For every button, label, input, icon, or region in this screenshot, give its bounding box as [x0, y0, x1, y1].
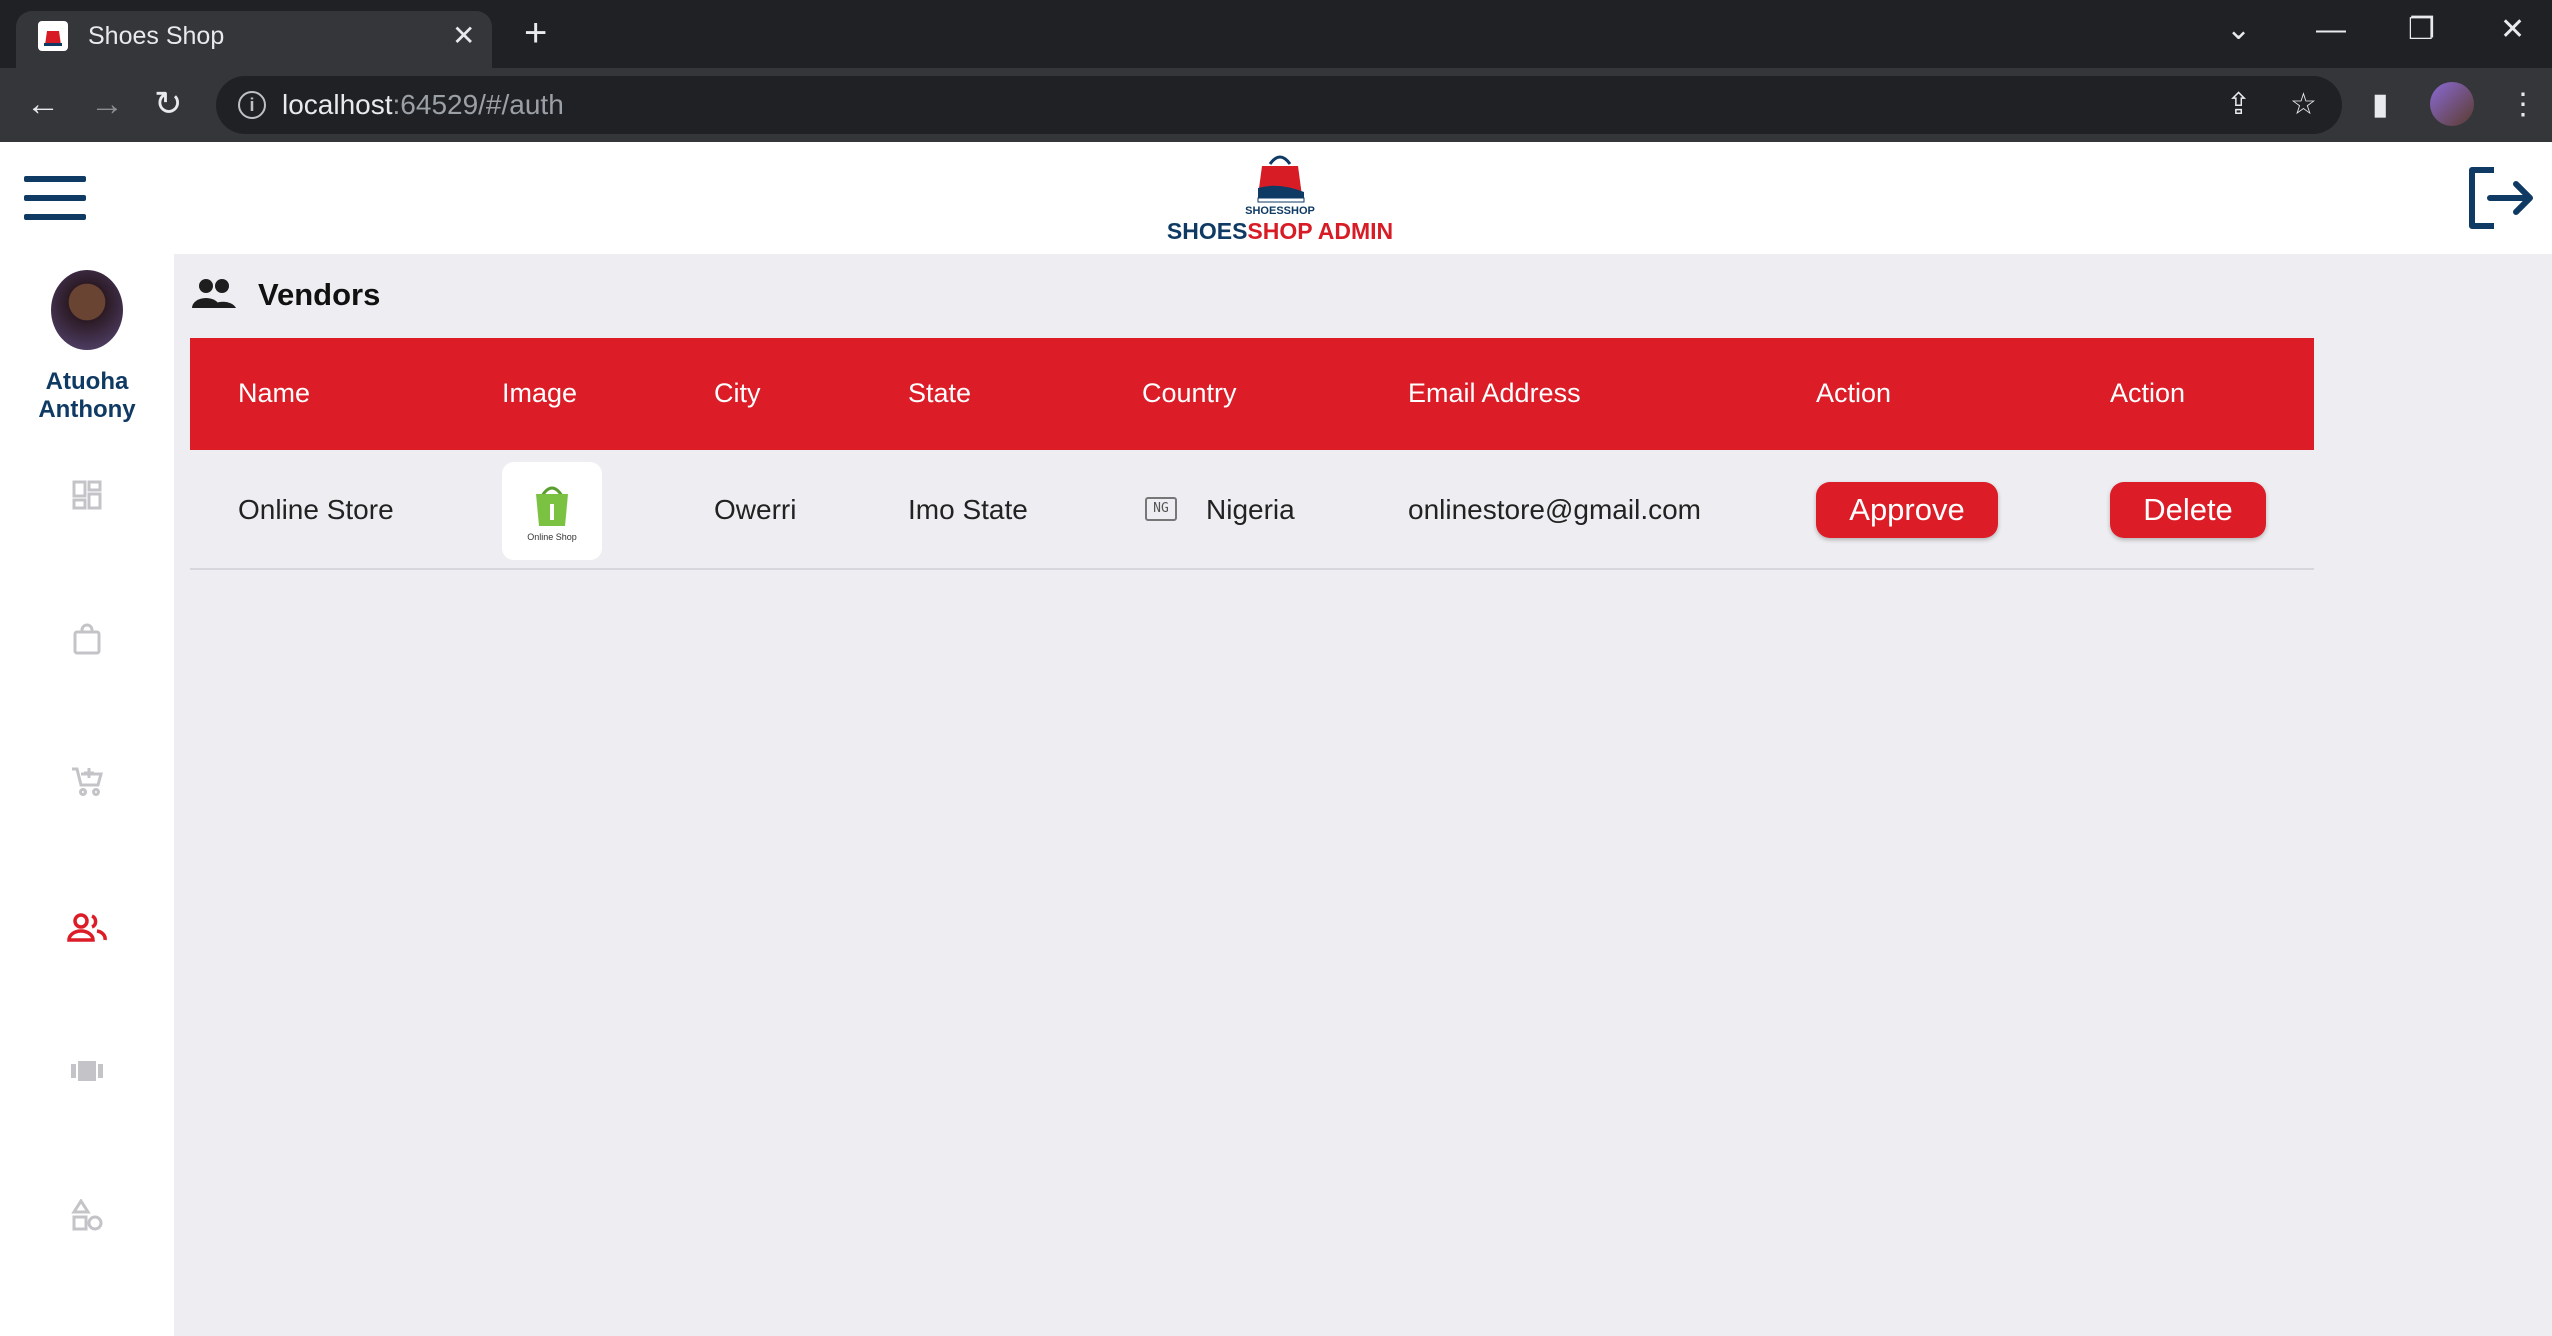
- new-tab-icon[interactable]: +: [524, 13, 547, 53]
- table-row: Online Store Online Shop Owerri Imo Stat…: [190, 450, 2314, 570]
- vendor-country: Nigeria: [1206, 494, 1295, 525]
- address-bar[interactable]: i localhost:64529/#/auth ⇪ ☆: [216, 76, 2342, 134]
- back-icon[interactable]: ←: [26, 84, 60, 124]
- vendors-icon[interactable]: [60, 900, 114, 954]
- forward-icon[interactable]: →: [90, 84, 124, 124]
- people-icon: [190, 274, 238, 314]
- column-header-image: Image: [502, 378, 578, 408]
- column-header-city: City: [714, 378, 761, 408]
- sidebar: Atuoha Anthony: [0, 254, 174, 1336]
- browser-tab-bar: Shoes Shop ✕ + ⌄ — ❐ ✕: [0, 0, 2552, 68]
- logout-icon[interactable]: [2464, 164, 2536, 232]
- svg-text:Online Shop: Online Shop: [527, 532, 577, 542]
- vendor-city: Owerri: [714, 494, 797, 525]
- tab-title: Shoes Shop: [88, 22, 225, 50]
- side-panel-icon[interactable]: ▮: [2372, 85, 2389, 125]
- vendor-name: Online Store: [238, 494, 394, 525]
- tab-close-icon[interactable]: ✕: [452, 20, 475, 52]
- approve-button[interactable]: Approve: [1816, 482, 1998, 538]
- browser-menu-icon[interactable]: ⋮: [2508, 85, 2538, 125]
- vendor-email: onlinestore@gmail.com: [1408, 494, 1701, 525]
- shoesshop-logo: SHOESSHOP: [1240, 148, 1320, 218]
- add-cart-icon[interactable]: [60, 754, 114, 808]
- vendor-image: Online Shop: [502, 462, 602, 560]
- vendor-state: Imo State: [908, 494, 1028, 525]
- reload-icon[interactable]: ↻: [154, 84, 183, 124]
- table-header: Name Image City State Country Email Addr…: [190, 338, 2314, 450]
- brand-title: SHOESSHOP ADMIN: [1166, 218, 1394, 244]
- app-header: SHOESSHOP SHOESSHOP ADMIN: [0, 142, 2552, 254]
- close-window-icon[interactable]: ✕: [2500, 12, 2525, 48]
- site-info-icon[interactable]: i: [238, 91, 266, 119]
- dashboard-icon[interactable]: [60, 468, 114, 522]
- column-header-name: Name: [238, 378, 311, 408]
- column-header-email: Email Address: [1408, 378, 1581, 408]
- browser-profile-avatar[interactable]: [2430, 82, 2474, 126]
- shopping-bag-icon[interactable]: [60, 612, 114, 666]
- tab-search-icon[interactable]: ⌄: [2226, 12, 2251, 48]
- restore-icon[interactable]: ❐: [2408, 12, 2435, 48]
- svg-text:SHOESSHOP: SHOESSHOP: [1245, 205, 1315, 217]
- page-title: Vendors: [258, 277, 381, 312]
- column-header-action-approve: Action: [1816, 378, 1892, 408]
- carousel-icon[interactable]: [60, 1044, 114, 1098]
- column-header-state: State: [908, 378, 972, 408]
- user-name: Atuoha Anthony: [38, 368, 136, 423]
- country-flag-icon: NG: [1145, 497, 1177, 521]
- vendors-table: Name Image City State Country Email Addr…: [190, 338, 2314, 570]
- minimize-icon[interactable]: —: [2316, 12, 2346, 48]
- column-header-action-delete: Action: [2110, 378, 2186, 408]
- menu-icon[interactable]: [24, 176, 86, 220]
- favicon-icon: [38, 21, 68, 51]
- delete-button[interactable]: Delete: [2110, 482, 2266, 538]
- categories-icon[interactable]: [60, 1188, 114, 1242]
- browser-toolbar: ← → ↻ i localhost:64529/#/auth ⇪ ☆ ▮ ⋮: [0, 68, 2552, 142]
- bookmark-star-icon[interactable]: ☆: [2290, 88, 2317, 122]
- browser-tab[interactable]: Shoes Shop ✕: [16, 11, 492, 68]
- url-text: localhost:64529/#/auth: [282, 89, 564, 120]
- avatar[interactable]: [51, 270, 123, 350]
- share-icon[interactable]: ⇪: [2226, 88, 2251, 122]
- column-header-country: Country: [1142, 378, 1237, 408]
